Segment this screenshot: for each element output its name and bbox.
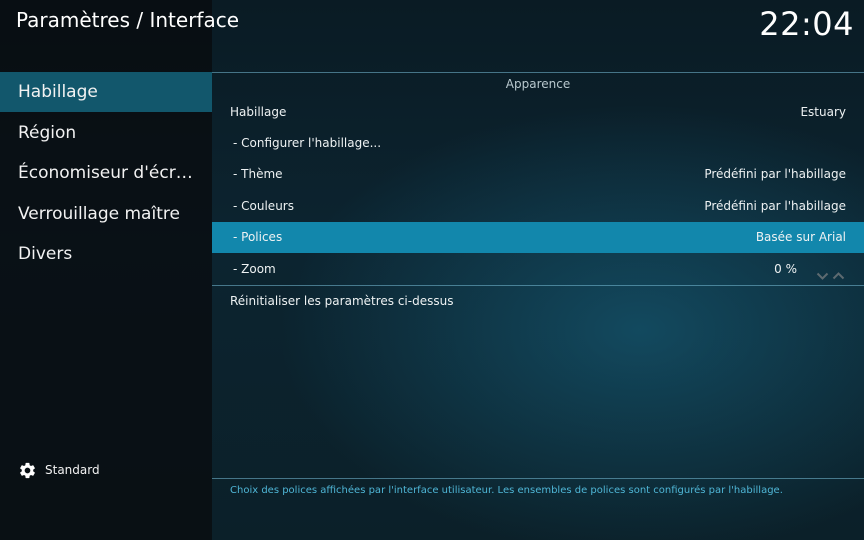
help-text: Choix des polices affichées par l'interf… — [230, 485, 783, 496]
setting-label: - Zoom — [233, 262, 276, 276]
setting-label: - Thème — [233, 167, 283, 181]
sidebar-item-label: Verrouillage maître — [18, 204, 180, 224]
setting-row-fonts[interactable]: - Polices Basée sur Arial — [212, 222, 864, 253]
zoom-spinner — [816, 263, 846, 280]
divider — [212, 72, 864, 73]
page-title: Paramètres / Interface — [16, 8, 240, 32]
setting-value: Estuary — [800, 105, 846, 119]
setting-value: 0 % — [774, 262, 797, 276]
setting-label: - Configurer l'habillage... — [233, 136, 382, 150]
sidebar-item-master-lock[interactable]: Verrouillage maître — [0, 194, 212, 234]
sidebar-item-misc[interactable]: Divers — [0, 234, 212, 274]
settings-level-button[interactable]: Standard — [18, 460, 100, 480]
setting-row-configure-skin[interactable]: - Configurer l'habillage... — [212, 128, 864, 159]
setting-label: - Couleurs — [233, 199, 294, 213]
sidebar-item-screensaver[interactable]: Économiseur d'écr… — [0, 153, 212, 193]
sidebar-item-region[interactable]: Région — [0, 113, 212, 153]
chevron-down-icon[interactable] — [816, 263, 829, 280]
gear-icon — [20, 462, 35, 478]
settings-level-label: Standard — [45, 463, 100, 477]
setting-row-colors[interactable]: - Couleurs Prédéfini par l'habillage — [212, 191, 864, 222]
sidebar: Habillage Région Économiseur d'écr… Verr… — [0, 0, 212, 540]
setting-row-theme[interactable]: - Thème Prédéfini par l'habillage — [212, 159, 864, 190]
settings-panel: Apparence Habillage Estuary - Configurer… — [212, 0, 864, 540]
setting-label: - Polices — [233, 230, 283, 244]
chevron-up-icon[interactable] — [832, 263, 845, 280]
divider — [212, 478, 864, 479]
reset-label: Réinitialiser les paramètres ci-dessus — [230, 294, 454, 308]
sidebar-item-habillage[interactable]: Habillage — [0, 72, 212, 112]
setting-value: Prédéfini par l'habillage — [704, 167, 846, 181]
reset-settings-button[interactable]: Réinitialiser les paramètres ci-dessus — [212, 286, 864, 317]
sidebar-item-label: Divers — [18, 244, 73, 264]
setting-row-skin[interactable]: Habillage Estuary — [212, 97, 864, 128]
setting-row-zoom[interactable]: - Zoom 0 % — [212, 254, 864, 285]
sidebar-item-label: Habillage — [18, 82, 98, 102]
section-title: Apparence — [505, 77, 571, 91]
settings-window: Habillage Région Économiseur d'écr… Verr… — [0, 0, 864, 540]
sidebar-item-label: Économiseur d'écr… — [18, 163, 193, 183]
sidebar-item-label: Région — [18, 123, 77, 143]
setting-value: Basée sur Arial — [755, 230, 846, 244]
setting-label: Habillage — [230, 105, 287, 119]
setting-value: Prédéfini par l'habillage — [704, 199, 846, 213]
